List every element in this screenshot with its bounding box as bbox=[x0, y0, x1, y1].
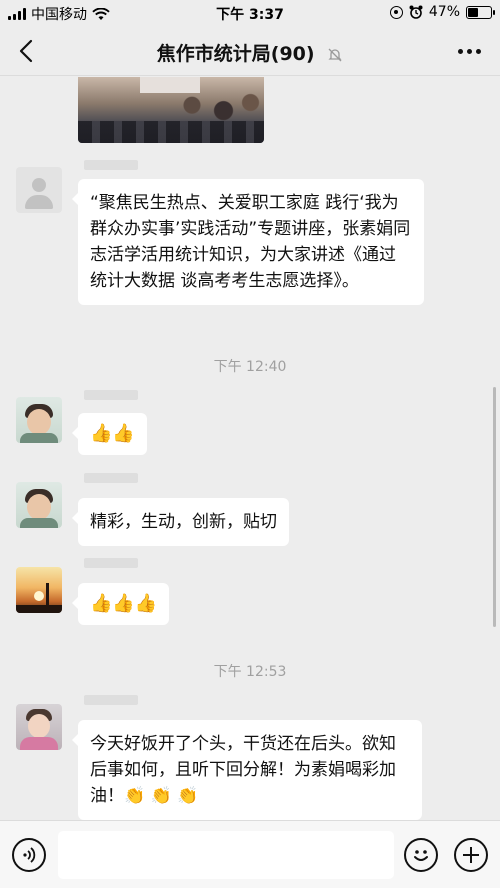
child-avatar[interactable] bbox=[16, 397, 62, 443]
battery-icon bbox=[466, 5, 495, 19]
chat-header: 焦作市统计局(90) bbox=[0, 26, 500, 76]
more-button[interactable] bbox=[454, 40, 484, 62]
girl-avatar[interactable] bbox=[16, 704, 62, 750]
message-input[interactable] bbox=[58, 831, 394, 879]
sunset-avatar[interactable] bbox=[16, 567, 62, 613]
chat-scrollbar[interactable] bbox=[493, 387, 496, 627]
bell-muted-icon bbox=[328, 48, 342, 61]
sender-name bbox=[78, 387, 138, 403]
message-timestamp: 下午 12:40 bbox=[213, 359, 287, 375]
thumbs-up-icon: 👍👍👍 bbox=[90, 593, 158, 614]
orientation-lock-icon bbox=[389, 5, 403, 19]
meeting-photo-message[interactable] bbox=[78, 77, 264, 143]
plus-icon[interactable] bbox=[454, 838, 488, 872]
sender-name bbox=[78, 157, 138, 173]
message-bubble[interactable]: 精彩，生动，创新，贴切 bbox=[72, 498, 289, 546]
status-right: 47% bbox=[389, 4, 495, 20]
message-bubble[interactable]: 👍👍 bbox=[72, 413, 147, 455]
battery-fill bbox=[468, 7, 478, 17]
child-avatar[interactable] bbox=[16, 482, 62, 528]
voice-button[interactable] bbox=[12, 838, 46, 872]
status-bar: 中国移动 下午 3:37 47% bbox=[0, 0, 500, 26]
chat-title-wrap: 焦作市统计局(90) bbox=[0, 39, 500, 66]
sender-name bbox=[78, 555, 138, 571]
battery-percent: 47% bbox=[428, 4, 460, 20]
message-bubble[interactable]: 👍👍👍 bbox=[71, 583, 170, 625]
message-timestamp: 下午 12:53 bbox=[213, 664, 287, 680]
input-bar bbox=[0, 820, 500, 888]
emoji-icon bbox=[414, 850, 428, 861]
voice-icon bbox=[23, 847, 36, 863]
more-dots-icon bbox=[457, 48, 463, 54]
message-bubble[interactable]: “聚焦民生热点、关爱职工家庭 践行‘我为群众办实事’实践活动”专题讲座，张素娟同… bbox=[72, 179, 424, 305]
default-avatar[interactable] bbox=[16, 167, 62, 213]
chat-message-list[interactable]: “聚焦民生热点、关爱职工家庭 践行‘我为群众办实事’实践活动”专题讲座，张素娟同… bbox=[0, 77, 500, 820]
emoji-button[interactable] bbox=[404, 838, 438, 872]
thumbs-up-icon: 👍👍 bbox=[90, 423, 135, 444]
sender-name bbox=[78, 470, 138, 486]
message-bubble[interactable]: 今天好饭开了个头，干货还在后头。欲知后事如何，且听下回分解！为素娟喝彩加油！👏 … bbox=[72, 720, 422, 820]
sender-name bbox=[78, 692, 138, 708]
alarm-icon bbox=[409, 5, 423, 19]
chat-title: 焦作市统计局(90) bbox=[156, 43, 315, 65]
